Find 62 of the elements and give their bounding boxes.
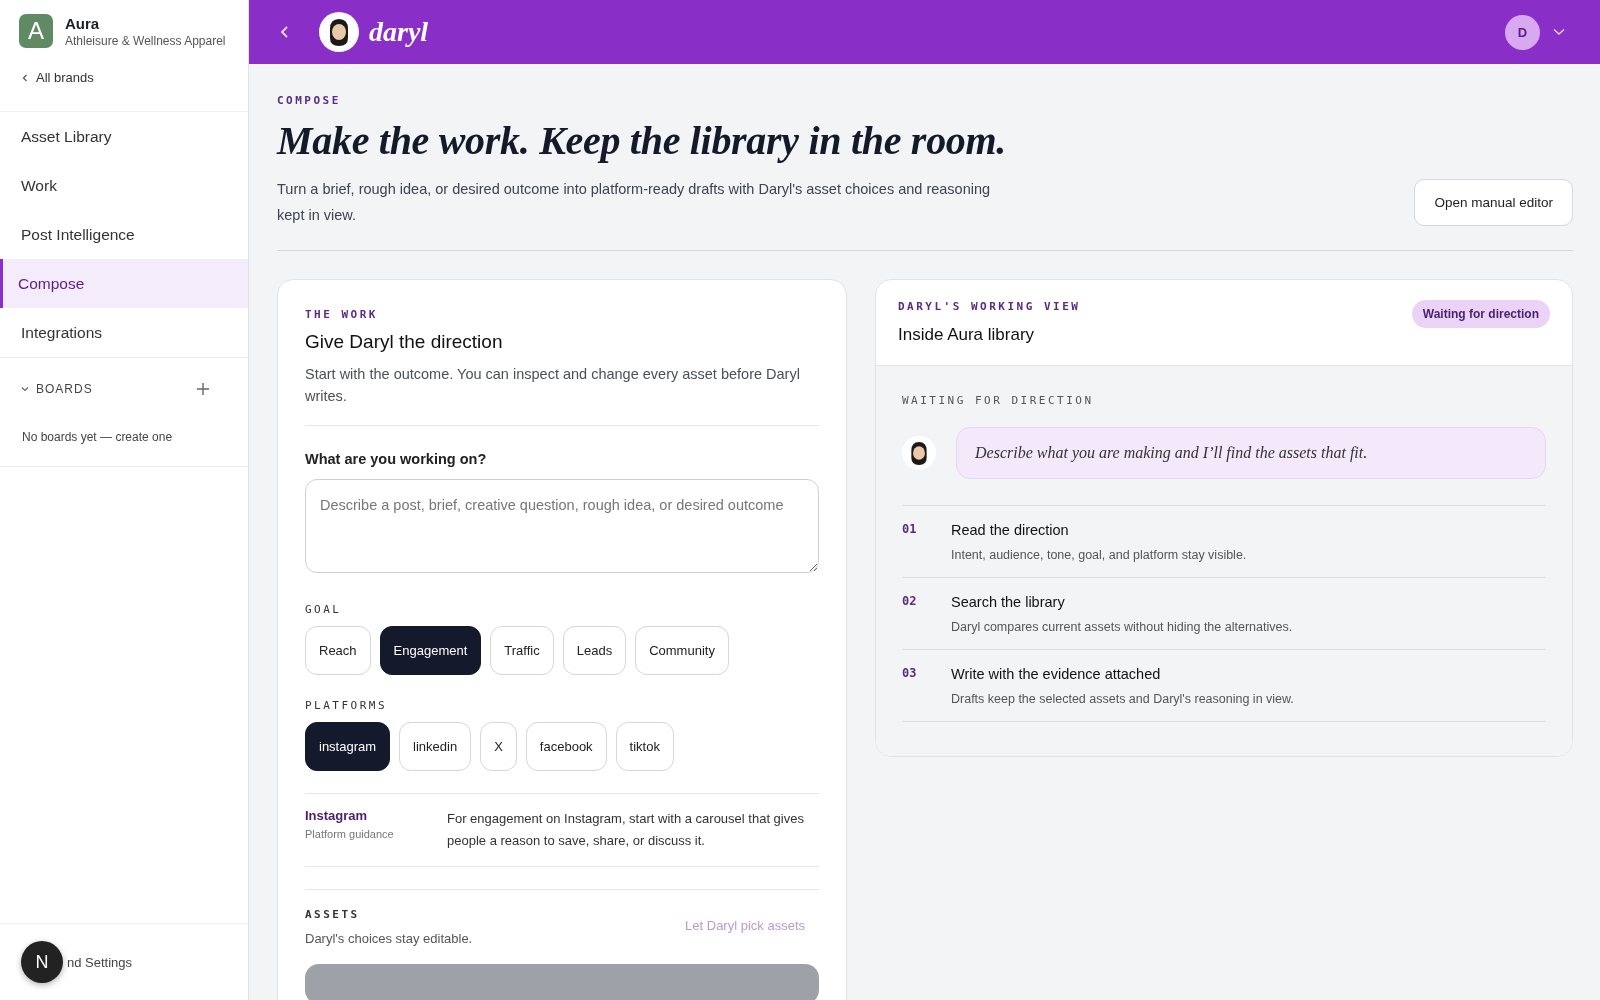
guidance-text: For engagement on Instagram, start with a carousel that gives people a reason to save, share, or discuss it.	[447, 810, 805, 850]
goal-chip[interactable]: Community	[635, 626, 729, 675]
section-label: WAITING FOR DIRECTION	[902, 394, 1095, 407]
brand-logo: A	[19, 14, 53, 48]
message-bubble: Describe what you are making and I’ll find the assets that fit.	[956, 427, 1546, 479]
dropdown-caret-icon[interactable]	[1552, 27, 1566, 37]
brand-tagline: Athleisure & Wellness Apparel	[65, 33, 226, 48]
step-number: 02	[902, 594, 918, 610]
settings-link[interactable]: nd Settings	[67, 954, 133, 970]
nav-item[interactable]: Integrations	[0, 308, 248, 357]
card-eyebrow: DARYL'S WORKING VIEW	[898, 300, 1081, 313]
platform-chip[interactable]: linkedin	[399, 722, 472, 771]
platform-chip[interactable]: X	[480, 722, 517, 771]
goal-chip[interactable]: Traffic	[490, 626, 554, 675]
empty-boards-text: No boards yet — create one	[22, 430, 173, 444]
nav-item[interactable]: Post Intelligence	[0, 210, 248, 259]
step-number: 03	[902, 666, 918, 682]
open-manual-editor-button[interactable]: Open manual editor	[1414, 179, 1573, 226]
goal-label: GOAL	[305, 603, 343, 616]
app-name: daryl	[369, 16, 429, 48]
nav-item[interactable]: Compose	[0, 259, 248, 308]
nav-item[interactable]: Asset Library	[0, 112, 248, 161]
page-intro: Turn a brief, rough idea, or desired outcome into platform-ready drafts with Daryl's asset choices and reasoning kept in view.	[277, 180, 992, 225]
goal-chip[interactable]: Leads	[562, 626, 627, 675]
boards-toggle[interactable]: BOARDS	[20, 382, 93, 396]
guidance-caption: Platform guidance	[305, 828, 395, 840]
direction-input-field[interactable]: Describe a post, brief, creative question, rough idea, or desired outcome	[305, 479, 819, 573]
platform-chip[interactable]: facebook	[525, 722, 607, 771]
assets-label: ASSETS	[305, 908, 361, 921]
goal-chip[interactable]: Reach	[305, 626, 371, 675]
question-label: What are you working on?	[305, 451, 488, 467]
platform-chip[interactable]: tiktok	[615, 722, 674, 771]
brand-name: Aura	[65, 14, 101, 32]
status-pill: Waiting for direction	[1411, 300, 1550, 328]
back-chevron-icon	[20, 72, 30, 83]
step-text: Intent, audience, tone, goal, and platform stay visible.	[951, 548, 1247, 562]
page-eyebrow: COMPOSE	[277, 94, 341, 107]
card-title: Inside Aura library	[898, 325, 1036, 345]
step-title: Read the direction	[951, 522, 1070, 538]
step-number: 01	[902, 522, 918, 538]
step-title: Write with the evidence attached	[951, 666, 1162, 682]
person-avatar-icon	[902, 436, 936, 470]
add-board-icon[interactable]	[196, 382, 210, 396]
chevron-icon	[20, 384, 30, 394]
card-eyebrow: THE WORK	[305, 308, 379, 321]
step-text: Daryl compares current assets without hiding the alternatives.	[951, 620, 1293, 634]
guidance-platform: Instagram	[305, 808, 369, 823]
platforms-label: PLATFORMS	[305, 699, 389, 712]
page-title: Make the work. Keep the library in the room.	[277, 117, 1007, 164]
assets-note: Daryl's choices stay editable.	[305, 931, 473, 946]
card-title: Give Daryl the direction	[305, 331, 504, 353]
all-brands-link[interactable]: All brands	[0, 48, 248, 112]
person-avatar-icon	[319, 12, 359, 52]
platform-chip[interactable]: instagram	[305, 722, 391, 771]
nav-item[interactable]: Work	[0, 161, 248, 210]
step-text: Drafts keep the selected assets and Daryl's reasoning in view.	[951, 692, 1294, 706]
dev-badge[interactable]: N	[21, 941, 63, 983]
card-intro: Start with the outcome. You can inspect and change every asset before Daryl writes.	[305, 365, 801, 406]
user-avatar[interactable]: D	[1505, 14, 1540, 50]
back-icon[interactable]	[279, 24, 291, 40]
step-title: Search the library	[951, 594, 1066, 610]
goal-chip[interactable]: Engagement	[379, 626, 482, 675]
